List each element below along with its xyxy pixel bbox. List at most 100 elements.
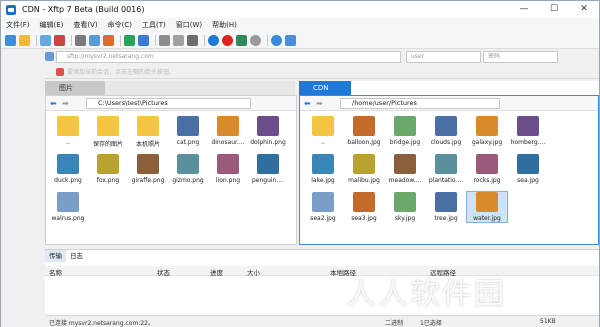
file-item[interactable]: sea.jpg <box>508 154 548 184</box>
file-name: malibu.jpg <box>348 177 380 184</box>
file-item[interactable]: rocks.jpg <box>467 154 507 184</box>
file-item[interactable]: gizmo.png <box>168 154 208 184</box>
help-icon[interactable] <box>271 34 282 46</box>
file-item[interactable]: sea3.jpg <box>344 192 384 222</box>
back-arrow-icon[interactable]: ⬅ <box>304 99 311 108</box>
file-item[interactable]: galaxy.jpg <box>467 116 507 146</box>
file-item[interactable]: fox.png <box>88 154 128 184</box>
col-progress[interactable]: 进度 <box>210 267 223 277</box>
local-pane: ⬅ ➡ C:\Users\test\Pictures .. 保存的图片 本机照片 ca… <box>45 95 297 245</box>
file-item[interactable]: penguin.... <box>248 154 288 184</box>
menu-file[interactable]: 文件(F) <box>1 20 35 30</box>
file-item[interactable]: .. <box>48 116 88 146</box>
col-size[interactable]: 大小 <box>247 267 260 277</box>
file-item[interactable]: bridge.jpg <box>385 116 425 146</box>
address-bar: sftp://mysvr2.netsarang.com user 密码 <box>1 49 599 65</box>
tab-transfer[interactable]: 传输 <box>45 250 66 262</box>
folder-icon <box>57 116 79 136</box>
layout-icon[interactable] <box>187 34 198 46</box>
file-name: sea.jpg <box>517 177 539 184</box>
globe-icon[interactable] <box>208 34 219 46</box>
menu-command[interactable]: 命令(C) <box>103 20 137 30</box>
file-item[interactable]: malibu.jpg <box>344 154 384 184</box>
image-thumbnail-icon <box>353 154 375 174</box>
reconnect-icon[interactable] <box>40 34 51 46</box>
file-name: galaxy.jpg <box>471 139 503 146</box>
image-thumbnail-icon <box>394 192 416 212</box>
file-name: tree.jpg <box>434 215 458 222</box>
file-item[interactable]: 保存的图片 <box>88 116 128 148</box>
file-item[interactable]: lake.jpg <box>303 154 343 184</box>
user-input[interactable]: user <box>406 51 481 63</box>
chat-icon[interactable] <box>285 34 296 46</box>
session-sidebar <box>1 65 45 327</box>
menu-tools[interactable]: 工具(T) <box>137 20 171 30</box>
file-item[interactable]: lion.png <box>208 154 248 184</box>
file-item[interactable]: balloon.jpg <box>344 116 384 146</box>
title-bar: CDN - Xftp 7 Beta (Build 0016) — ☐ ✕ <box>1 1 599 18</box>
menu-edit[interactable]: 编辑(E) <box>35 20 69 30</box>
new-session-icon[interactable] <box>5 34 16 46</box>
file-item[interactable]: giraffe.png <box>128 154 168 184</box>
add-session-icon[interactable] <box>56 68 64 76</box>
minimize-button[interactable]: — <box>509 1 539 18</box>
file-item[interactable]: dinosaur.... <box>208 116 248 146</box>
address-book-icon[interactable] <box>45 52 54 61</box>
xshell-icon[interactable] <box>222 34 233 46</box>
file-item[interactable]: sea2.jpg <box>303 192 343 222</box>
gear-icon[interactable] <box>250 34 261 46</box>
file-item[interactable]: walrus.png <box>48 192 88 222</box>
file-item[interactable]: duck.png <box>48 154 88 184</box>
new-folder-icon[interactable] <box>89 34 100 46</box>
menu-window[interactable]: 窗口(W) <box>171 20 207 30</box>
menu-view[interactable]: 查看(V) <box>68 20 102 30</box>
sync-icon[interactable] <box>124 34 135 46</box>
file-item[interactable]: tree.jpg <box>426 192 466 222</box>
col-name[interactable]: 名称 <box>49 267 62 277</box>
host-input[interactable]: sftp://mysvr2.netsarang.com <box>56 51 401 63</box>
forward-arrow-icon[interactable]: ➡ <box>316 99 323 108</box>
watermark-text: 人人软件园 <box>346 277 506 312</box>
toolbar <box>1 32 599 49</box>
image-thumbnail-icon <box>312 154 334 174</box>
file-item[interactable]: meadow.... <box>385 154 425 184</box>
col-status[interactable]: 状态 <box>157 267 170 277</box>
properties-icon[interactable] <box>75 34 86 46</box>
file-item[interactable]: clouds.jpg <box>426 116 466 146</box>
file-item[interactable]: water.jpg <box>466 191 508 223</box>
file-item[interactable]: homberg.... <box>508 116 548 146</box>
menu-help[interactable]: 帮助(H) <box>207 20 242 30</box>
forward-arrow-icon[interactable]: ➡ <box>62 99 69 108</box>
disconnect-icon[interactable] <box>54 34 65 46</box>
image-thumbnail-icon <box>517 154 539 174</box>
open-folder-icon[interactable] <box>19 34 30 46</box>
file-item[interactable]: .. <box>303 116 343 146</box>
local-path-input[interactable]: C:\Users\test\Pictures <box>86 98 251 109</box>
file-item[interactable]: 本机照片 <box>128 116 168 148</box>
remote-path-input[interactable]: /home/user/Pictures <box>340 98 500 109</box>
tab-log[interactable]: 日志 <box>66 250 87 262</box>
password-input[interactable]: 密码 <box>483 51 558 63</box>
transfer-icon[interactable] <box>138 34 149 46</box>
tab-local-pictures[interactable]: 图片 <box>45 81 105 95</box>
back-arrow-icon[interactable]: ⬅ <box>50 99 57 108</box>
image-thumbnail-icon <box>353 192 375 212</box>
file-name: cat.png <box>176 139 200 146</box>
paste-icon[interactable] <box>173 34 184 46</box>
file-item[interactable]: cat.png <box>168 116 208 146</box>
image-thumbnail-icon <box>217 154 239 174</box>
file-name: sky.jpg <box>394 215 416 222</box>
tab-cdn[interactable]: CDN <box>299 81 351 95</box>
image-thumbnail-icon <box>435 192 457 212</box>
delete-icon[interactable] <box>103 34 114 46</box>
image-thumbnail-icon <box>394 116 416 136</box>
file-item[interactable]: dolphin.png <box>248 116 288 146</box>
script-icon[interactable] <box>236 34 247 46</box>
file-name: homberg.... <box>510 139 546 146</box>
file-item[interactable]: sky.jpg <box>385 192 425 222</box>
close-button[interactable]: ✕ <box>569 1 599 18</box>
maximize-button[interactable]: ☐ <box>539 1 569 18</box>
window-title: CDN - Xftp 7 Beta (Build 0016) <box>22 5 145 14</box>
file-item[interactable]: plantatio.... <box>426 154 466 184</box>
copy-icon[interactable] <box>159 34 170 46</box>
